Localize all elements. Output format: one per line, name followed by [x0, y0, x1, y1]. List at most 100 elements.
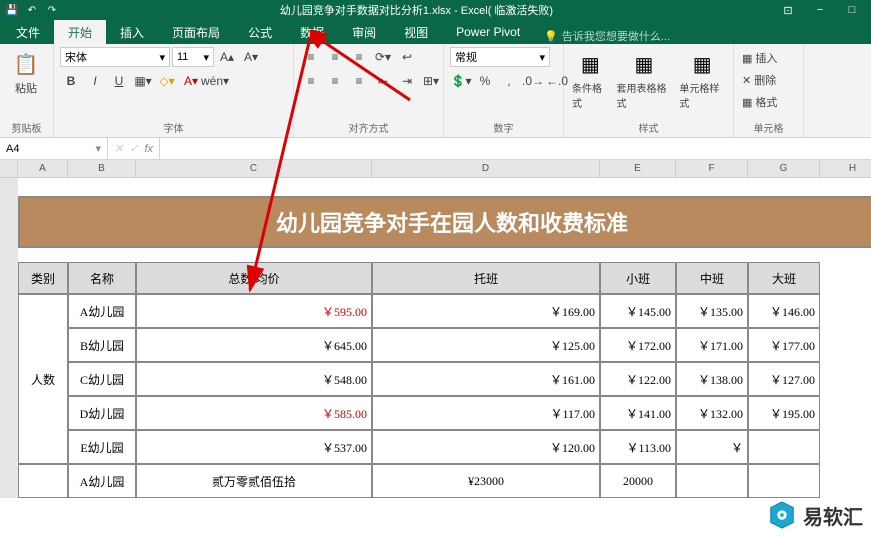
border-button[interactable]: ▦▾ — [132, 70, 154, 92]
cancel-formula-icon[interactable]: ✕ — [114, 142, 123, 155]
currency-icon[interactable]: 💲▾ — [450, 70, 472, 92]
tab-view[interactable]: 视图 — [390, 20, 442, 44]
bold-button[interactable]: B — [60, 70, 82, 92]
increase-decimal-icon[interactable]: .0→ — [522, 70, 544, 92]
table-cell[interactable]: C幼儿园 — [68, 362, 136, 396]
align-bottom-icon[interactable]: ≡ — [348, 46, 370, 68]
title-banner[interactable]: 幼儿园竞争对手在园人数和收费标准 — [18, 196, 871, 248]
table-cell[interactable]: ￥141.00 — [600, 396, 676, 430]
table-cell[interactable]: ￥135.00 — [676, 294, 748, 328]
table-cell[interactable]: ￥145.00 — [600, 294, 676, 328]
table-cell[interactable]: ￥117.00 — [372, 396, 600, 430]
save-icon[interactable]: 💾 — [4, 2, 20, 18]
table-cell[interactable]: ￥113.00 — [600, 430, 676, 464]
th-tuoban[interactable]: 托班 — [372, 262, 600, 294]
fill-color-button[interactable]: ◇▾ — [156, 70, 178, 92]
table-cell[interactable]: ￥172.00 — [600, 328, 676, 362]
col-header-d[interactable]: D — [372, 160, 600, 177]
table-cell[interactable]: ￥146.00 — [748, 294, 820, 328]
delete-cells-button[interactable]: ✕ 删除 — [742, 70, 795, 90]
table-cell[interactable]: ￥177.00 — [748, 328, 820, 362]
th-zhongban[interactable]: 中班 — [676, 262, 748, 294]
tab-review[interactable]: 审阅 — [338, 20, 390, 44]
decrease-font-icon[interactable]: A▾ — [240, 46, 262, 68]
table-cell[interactable]: ￥161.00 — [372, 362, 600, 396]
undo-icon[interactable]: ↶ — [24, 2, 40, 18]
table-cell[interactable]: B幼儿园 — [68, 328, 136, 362]
table-cell[interactable]: ￥195.00 — [748, 396, 820, 430]
indent-right-icon[interactable]: ⇥ — [396, 70, 418, 92]
font-name-combo[interactable]: 宋体▾ — [60, 47, 170, 67]
table-cell[interactable] — [748, 464, 820, 498]
tab-formula[interactable]: 公式 — [234, 20, 286, 44]
col-header-b[interactable]: B — [68, 160, 136, 177]
align-right-icon[interactable]: ≡ — [348, 70, 370, 92]
comma-icon[interactable]: , — [498, 70, 520, 92]
table-format-button[interactable]: ▦ 套用表格格式 — [615, 46, 674, 112]
font-size-combo[interactable]: 11▾ — [172, 47, 214, 67]
table-cell[interactable]: A幼儿园 — [68, 464, 136, 498]
th-total[interactable]: 总数/均价 — [136, 262, 372, 294]
table-cell[interactable]: 贰万零贰佰伍拾 — [136, 464, 372, 498]
th-xiaoban[interactable]: 小班 — [600, 262, 676, 294]
formula-input[interactable] — [160, 138, 871, 159]
col-header-f[interactable]: F — [676, 160, 748, 177]
font-color-button[interactable]: A▾ — [180, 70, 202, 92]
percent-icon[interactable]: % — [474, 70, 496, 92]
maximize-icon[interactable]: □ — [837, 1, 867, 19]
table-cell[interactable]: ￥120.00 — [372, 430, 600, 464]
phonetic-button[interactable]: wén▾ — [204, 70, 226, 92]
insert-cells-button[interactable]: ▦ 插入 — [742, 48, 795, 68]
table-cell[interactable]: ￥122.00 — [600, 362, 676, 396]
table-cell[interactable]: ￥127.00 — [748, 362, 820, 396]
conditional-format-button[interactable]: ▦ 条件格式 — [570, 46, 611, 112]
wrap-text-icon[interactable]: ↩ — [396, 46, 418, 68]
tab-insert[interactable]: 插入 — [106, 20, 158, 44]
tell-me-search[interactable]: 💡 告诉我您想要做什么... — [544, 28, 670, 44]
align-top-icon[interactable]: ≡ — [300, 46, 322, 68]
table-cell[interactable]: ￥171.00 — [676, 328, 748, 362]
table-cell[interactable]: 20000 — [600, 464, 676, 498]
indent-left-icon[interactable]: ⇤ — [372, 70, 394, 92]
tab-powerpivot[interactable]: Power Pivot — [442, 20, 534, 44]
tab-data[interactable]: 数据 — [286, 20, 338, 44]
cell-style-button[interactable]: ▦ 单元格样式 — [677, 46, 727, 112]
th-category[interactable]: 类别 — [18, 262, 68, 294]
table-cell[interactable]: ￥548.00 — [136, 362, 372, 396]
category-merged-cell[interactable]: 人数 — [18, 294, 68, 464]
redo-icon[interactable]: ↷ — [44, 2, 60, 18]
col-header-g[interactable]: G — [748, 160, 820, 177]
th-name[interactable]: 名称 — [68, 262, 136, 294]
align-center-icon[interactable]: ≡ — [324, 70, 346, 92]
fx-button[interactable]: fx — [144, 143, 153, 155]
th-daban[interactable]: 大班 — [748, 262, 820, 294]
col-header-h[interactable]: H — [820, 160, 871, 177]
tab-file[interactable]: 文件 — [2, 20, 54, 44]
table-cell[interactable] — [676, 464, 748, 498]
col-header-e[interactable]: E — [600, 160, 676, 177]
table-cell[interactable]: D幼儿园 — [68, 396, 136, 430]
align-middle-icon[interactable]: ≡ — [324, 46, 346, 68]
col-header-a[interactable]: A — [18, 160, 68, 177]
tab-layout[interactable]: 页面布局 — [158, 20, 234, 44]
table-cell[interactable]: ￥537.00 — [136, 430, 372, 464]
table-cell[interactable]: ￥585.00 — [136, 396, 372, 430]
tab-home[interactable]: 开始 — [54, 20, 106, 44]
orientation-icon[interactable]: ⟳▾ — [372, 46, 394, 68]
italic-button[interactable]: I — [84, 70, 106, 92]
table-cell[interactable]: ￥132.00 — [676, 396, 748, 430]
accept-formula-icon[interactable]: ✓ — [129, 142, 138, 155]
paste-button[interactable]: 📋 粘贴 — [6, 46, 46, 98]
table-cell[interactable]: ￥169.00 — [372, 294, 600, 328]
table-cell[interactable] — [748, 430, 820, 464]
select-all-triangle[interactable] — [0, 160, 18, 177]
ribbon-options-icon[interactable]: ⊡ — [773, 1, 803, 19]
table-cell[interactable]: ￥595.00 — [136, 294, 372, 328]
number-format-combo[interactable]: 常规▾ — [450, 47, 550, 67]
table-cell[interactable]: ￥ — [676, 430, 748, 464]
format-cells-button[interactable]: ▦ 格式 — [742, 92, 795, 112]
increase-font-icon[interactable]: A▴ — [216, 46, 238, 68]
table-cell[interactable]: ￥138.00 — [676, 362, 748, 396]
table-cell[interactable]: A幼儿园 — [68, 294, 136, 328]
underline-button[interactable]: U — [108, 70, 130, 92]
